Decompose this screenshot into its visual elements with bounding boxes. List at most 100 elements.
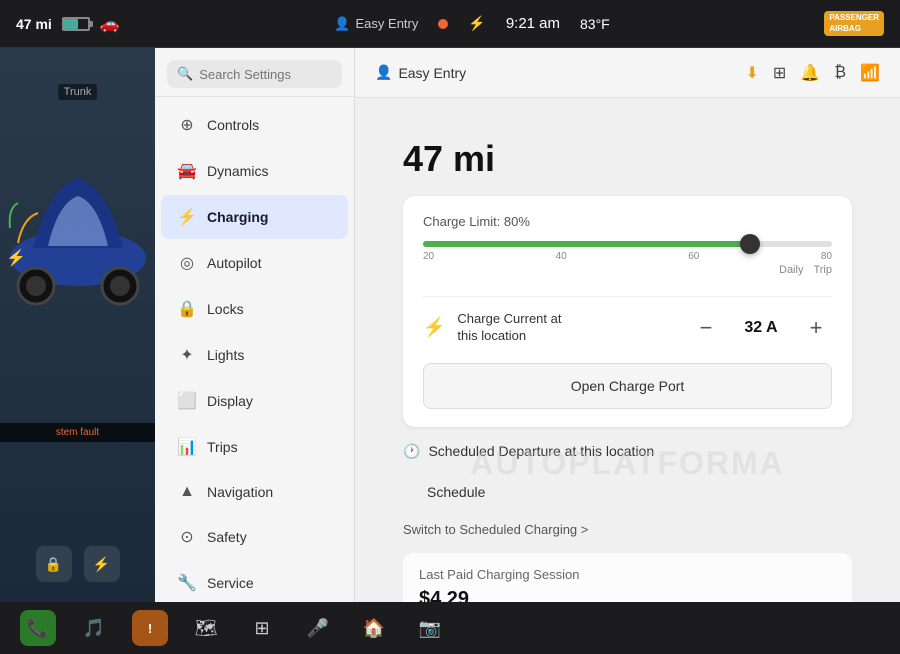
sidebar-label-charging: Charging bbox=[207, 209, 268, 225]
increase-charge-button[interactable]: + bbox=[800, 312, 832, 344]
record-indicator bbox=[438, 19, 448, 29]
scheduled-label: Scheduled Departure at this location bbox=[428, 443, 654, 459]
sidebar-label-navigation: Navigation bbox=[207, 484, 273, 500]
content-area: 👤 Easy Entry ⬇ ⊞ 🔔 ₿ 📶 47 mi Charge Limi… bbox=[355, 48, 900, 602]
sidebar-item-navigation[interactable]: ▲ Navigation bbox=[161, 471, 348, 513]
car-image: Trunk ⚡ stem bbox=[0, 48, 155, 602]
tick-40: 40 bbox=[556, 251, 567, 262]
grid-icon[interactable]: ⊞ bbox=[773, 63, 786, 83]
taskbar-music-icon[interactable]: 🎵 bbox=[76, 610, 112, 646]
status-left: 47 mi 🚗 bbox=[16, 14, 120, 34]
sidebar-label-trips: Trips bbox=[207, 439, 238, 455]
open-charge-port-button[interactable]: Open Charge Port bbox=[423, 363, 832, 409]
slider-labels: Daily Trip bbox=[423, 264, 832, 276]
status-center: 👤 Easy Entry ⚡ 9:21 am 83°F bbox=[136, 15, 809, 32]
taskbar-camera-icon[interactable]: 📷 bbox=[412, 610, 448, 646]
charge-limit-label: Charge Limit: 80% bbox=[423, 214, 832, 229]
lights-icon: ✦ bbox=[177, 345, 197, 365]
status-mode: Easy Entry bbox=[356, 16, 419, 31]
sidebar-item-display[interactable]: ⬜ Display bbox=[161, 379, 348, 423]
person-icon: 👤 bbox=[334, 16, 350, 32]
status-mileage: 47 mi bbox=[16, 16, 52, 32]
sidebar-item-safety[interactable]: ⊙ Safety bbox=[161, 515, 348, 559]
decrease-charge-button[interactable]: − bbox=[690, 312, 722, 344]
sidebar-label-safety: Safety bbox=[207, 529, 247, 545]
tick-60: 60 bbox=[688, 251, 699, 262]
sidebar-label-controls: Controls bbox=[207, 117, 259, 133]
sidebar-label-display: Display bbox=[207, 393, 253, 409]
slider-ticks: 20 40 60 80 bbox=[423, 251, 832, 262]
safety-icon: ⊙ bbox=[177, 527, 197, 547]
sidebar-label-locks: Locks bbox=[207, 301, 244, 317]
navigation-icon: ▲ bbox=[177, 483, 197, 501]
last-session-title: Last Paid Charging Session bbox=[419, 567, 836, 582]
charging-status-icon: ⚡ bbox=[468, 15, 485, 32]
sidebar-item-charging[interactable]: ⚡ Charging bbox=[161, 195, 348, 239]
sidebar-label-lights: Lights bbox=[207, 347, 244, 363]
autopilot-icon: ◎ bbox=[177, 253, 197, 273]
bell-icon[interactable]: 🔔 bbox=[800, 63, 820, 83]
taskbar-nav-icon[interactable]: 🗺 bbox=[188, 610, 224, 646]
bottom-icons-row: 🔒 ⚡ bbox=[0, 546, 155, 582]
car-silhouette: ⚡ bbox=[0, 88, 155, 368]
slider-thumb[interactable] bbox=[740, 234, 760, 254]
charging-icon: ⚡ bbox=[177, 207, 197, 227]
download-icon[interactable]: ⬇ bbox=[746, 63, 759, 83]
sidebar-label-autopilot: Autopilot bbox=[207, 255, 261, 271]
person-icon-topbar: 👤 bbox=[375, 64, 392, 81]
status-right: PASSENGERAIRBAG bbox=[824, 11, 884, 36]
fault-badge: stem fault bbox=[0, 423, 155, 442]
schedule-button[interactable]: Schedule bbox=[403, 472, 509, 512]
dynamics-icon: 🚘 bbox=[177, 161, 197, 181]
taskbar-warning-icon[interactable]: ! bbox=[132, 610, 168, 646]
search-input[interactable] bbox=[199, 67, 332, 82]
sidebar-item-controls[interactable]: ⊕ Controls bbox=[161, 103, 348, 147]
sidebar-item-autopilot[interactable]: ◎ Autopilot bbox=[161, 241, 348, 285]
sidebar-item-service[interactable]: 🔧 Service bbox=[161, 561, 348, 602]
taskbar: 📞 🎵 ! 🗺 ⊞ 🎤 🏠 📷 bbox=[0, 602, 900, 654]
sidebar-item-dynamics[interactable]: 🚘 Dynamics bbox=[161, 149, 348, 193]
sidebar-label-service: Service bbox=[207, 575, 254, 591]
taskbar-home-icon[interactable]: 🏠 bbox=[356, 610, 392, 646]
sidebar-item-locks[interactable]: 🔒 Locks bbox=[161, 287, 348, 331]
slider-track bbox=[423, 241, 832, 247]
charge-current-value: 32 A bbox=[736, 319, 786, 337]
status-time: 9:21 am bbox=[506, 15, 560, 32]
mileage-heading: 47 mi bbox=[403, 138, 852, 180]
charge-card: Charge Limit: 80% 20 40 60 80 Daily T bbox=[403, 196, 852, 427]
trips-icon: 📊 bbox=[177, 437, 197, 457]
controls-icon: ⊕ bbox=[177, 115, 197, 135]
tick-80: 80 bbox=[821, 251, 832, 262]
charge-bottom-icon[interactable]: ⚡ bbox=[84, 546, 120, 582]
search-bar: 🔍 bbox=[155, 48, 354, 97]
switch-charging-link[interactable]: Switch to Scheduled Charging > bbox=[403, 522, 852, 537]
taskbar-apps-icon[interactable]: ⊞ bbox=[244, 610, 280, 646]
display-icon: ⬜ bbox=[177, 391, 197, 411]
plug-icon: ⚡ bbox=[423, 317, 445, 338]
search-icon: 🔍 bbox=[177, 66, 193, 82]
signal-icon[interactable]: 📶 bbox=[860, 63, 880, 83]
taskbar-mic-icon[interactable]: 🎤 bbox=[300, 610, 336, 646]
tick-20: 20 bbox=[423, 251, 434, 262]
trip-label: Trip bbox=[813, 264, 832, 276]
sidebar-item-lights[interactable]: ✦ Lights bbox=[161, 333, 348, 377]
search-input-wrap[interactable]: 🔍 bbox=[167, 60, 342, 88]
charge-current-label: Charge Current atthis location bbox=[457, 311, 678, 345]
taskbar-phone-icon[interactable]: 📞 bbox=[20, 610, 56, 646]
service-icon: 🔧 bbox=[177, 573, 197, 593]
daily-label: Daily bbox=[779, 264, 803, 276]
car-icon: 🚗 bbox=[100, 14, 120, 34]
topbar-icons: ⬇ ⊞ 🔔 ₿ 📶 bbox=[746, 63, 881, 83]
settings-panel: 🔍 ⊕ Controls 🚘 Dynamics ⚡ Charging ◎ Aut… bbox=[155, 48, 355, 602]
charge-slider[interactable]: 20 40 60 80 Daily Trip bbox=[423, 241, 832, 276]
car-panel: Trunk ⚡ stem bbox=[0, 48, 155, 602]
topbar-profile[interactable]: 👤 Easy Entry bbox=[375, 64, 466, 81]
airbag-badge: PASSENGERAIRBAG bbox=[824, 11, 884, 36]
lock-bottom-icon[interactable]: 🔒 bbox=[36, 546, 72, 582]
scheduled-section: 🕐 Scheduled Departure at this location S… bbox=[403, 443, 852, 602]
sidebar-item-trips[interactable]: 📊 Trips bbox=[161, 425, 348, 469]
bluetooth-icon[interactable]: ₿ bbox=[834, 64, 846, 82]
content-scroll: 47 mi Charge Limit: 80% 20 40 60 80 bbox=[379, 118, 876, 602]
main-area: Trunk ⚡ stem bbox=[0, 48, 900, 602]
locks-icon: 🔒 bbox=[177, 299, 197, 319]
